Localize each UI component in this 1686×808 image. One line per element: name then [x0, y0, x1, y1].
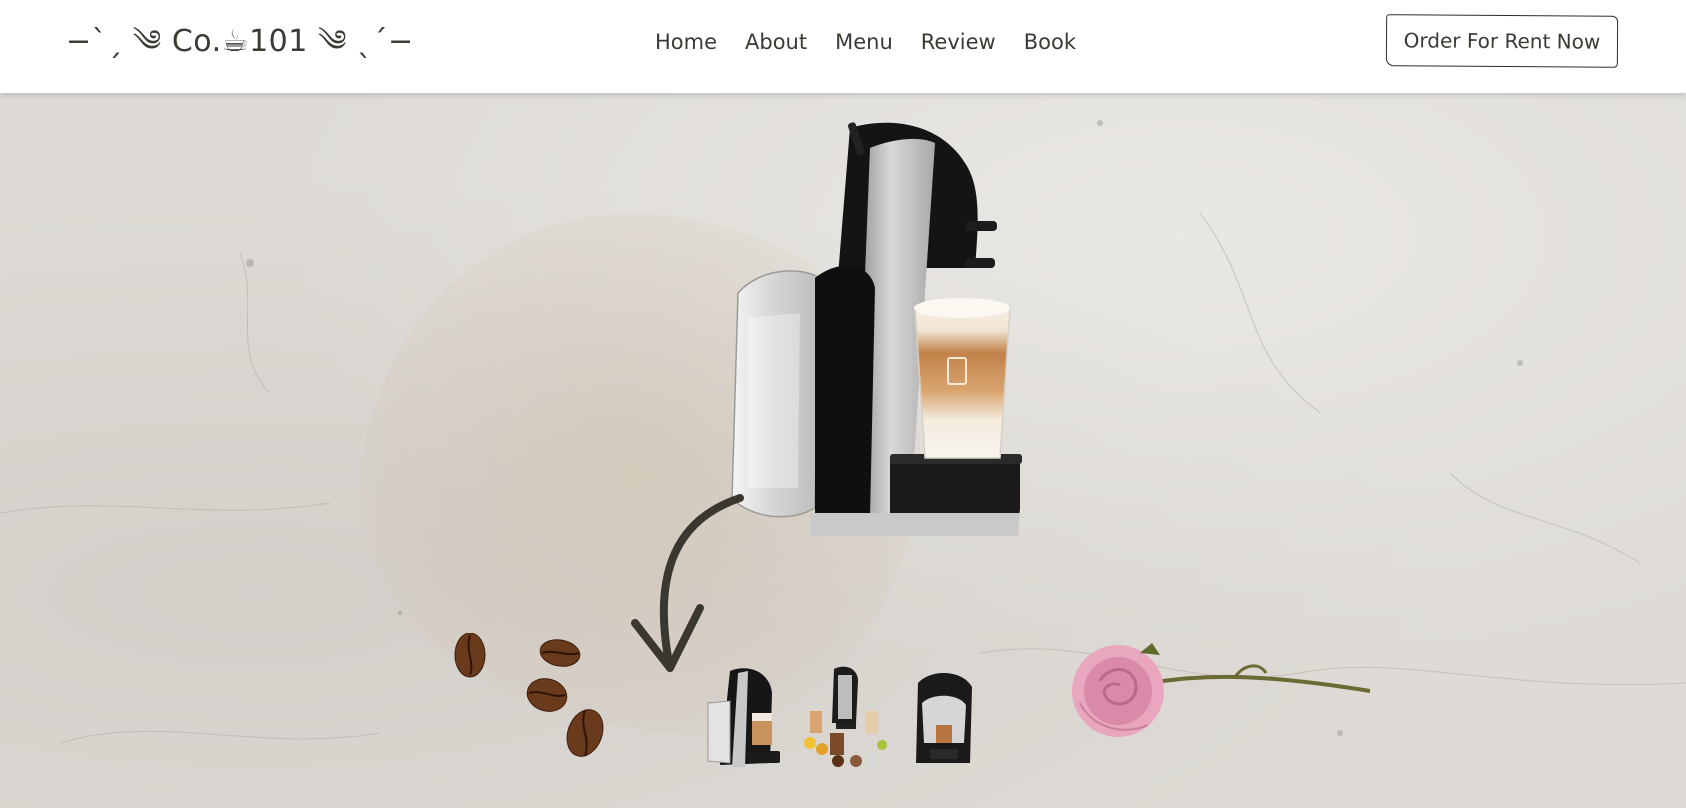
- pink-rose-decoration: [1072, 643, 1371, 737]
- thumbnail-machine-with-drinks[interactable]: [800, 663, 888, 773]
- nav-menu-link[interactable]: Menu: [835, 28, 893, 56]
- brand-logo[interactable]: −ˋˏ ༄ Co.☕101 ༄ ˎˊ−: [66, 22, 414, 62]
- coffee-machine-side-icon: [916, 672, 972, 763]
- site-header: −ˋˏ ༄ Co.☕101 ༄ ˎˊ− Home About Menu Revi…: [0, 0, 1686, 93]
- product-thumbnail-strip: [700, 663, 988, 773]
- coffee-beans-image: [454, 633, 604, 757]
- coffee-machine-icon: [707, 668, 780, 767]
- nav-book-link[interactable]: Book: [1024, 28, 1076, 56]
- main-nav: Home About Menu Review Book: [655, 28, 1076, 56]
- nav-review-link[interactable]: Review: [921, 28, 996, 56]
- nav-home-link[interactable]: Home: [655, 28, 717, 56]
- nav-about-link[interactable]: About: [745, 28, 807, 56]
- thumbnail-machine-side[interactable]: [900, 663, 988, 773]
- coffee-machine-hero-image: [731, 122, 1022, 536]
- curved-arrow-icon: [631, 494, 744, 672]
- order-for-rent-button[interactable]: Order For Rent Now: [1385, 14, 1619, 68]
- hero-section: [0, 93, 1686, 808]
- coffee-machine-with-drinks-icon: [804, 666, 887, 767]
- thumbnail-machine-front[interactable]: [700, 663, 788, 773]
